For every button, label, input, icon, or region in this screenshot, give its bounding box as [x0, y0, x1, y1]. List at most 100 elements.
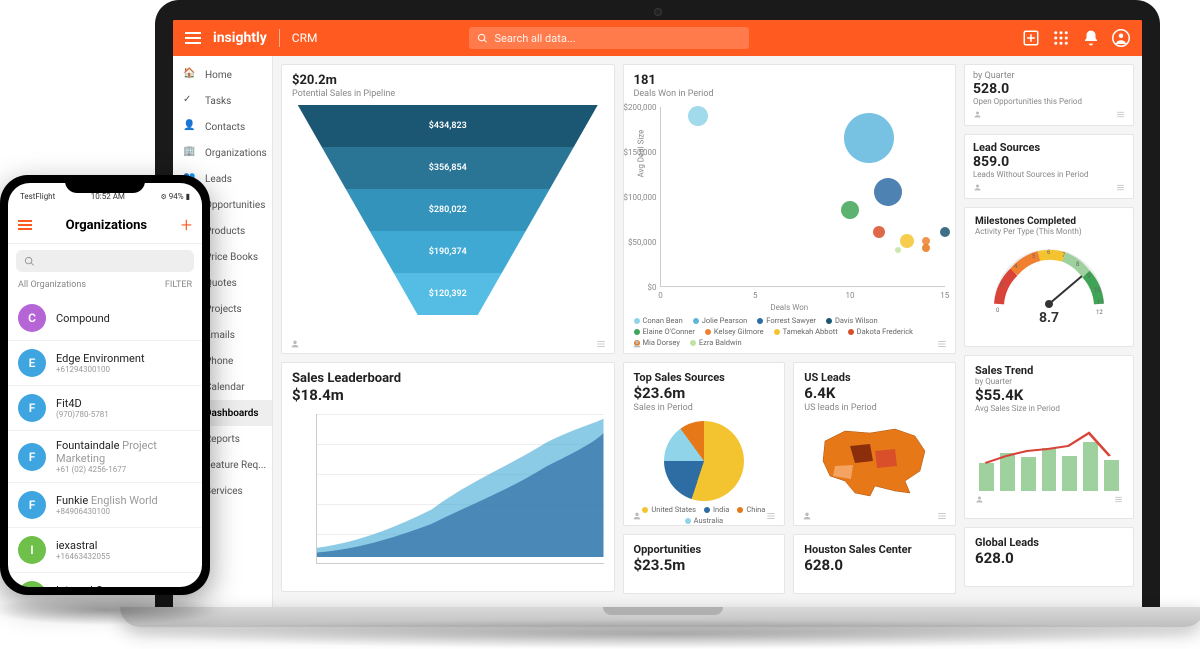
main-content: 🏠Home✓Tasks👤Contacts🏢Organizations👥Leads… — [173, 56, 1142, 610]
bell-icon[interactable] — [1082, 29, 1100, 47]
usleads-card: US Leads 6.4K US leads in Period — [793, 362, 956, 526]
gauge-chart: 0245 6789 101112 — [975, 244, 1123, 314]
laptop-camera — [654, 8, 662, 16]
laptop-shadow — [120, 619, 1200, 649]
app-name: CRM — [292, 31, 318, 45]
funnel-chart: $434,823 $356,854 $280,022 $190,374 $120… — [292, 105, 604, 315]
list-icon[interactable] — [937, 339, 947, 349]
phone-notch — [65, 175, 145, 193]
laptop-screen: insightly CRM 🏠Home ✓ Tasks 👤Contacts 🏢 Organ… — [173, 20, 1142, 610]
phone-header: Organizations + — [8, 209, 202, 244]
sidebar-label: Services — [205, 486, 243, 497]
org-name: Funkie English World — [56, 494, 158, 507]
brand-logo: insightly — [213, 30, 267, 46]
org-name: iexastral — [56, 539, 110, 552]
phone-shadow — [0, 595, 220, 625]
menu-icon[interactable] — [185, 32, 201, 44]
user-icon — [290, 339, 300, 349]
org-name: Fit4D — [56, 397, 109, 410]
opportunities-card: Opportunities $23.5m — [623, 534, 786, 594]
svg-text:12: 12 — [1096, 309, 1103, 314]
milestones-card: Milestones Completed Activity Per Type (… — [964, 207, 1134, 347]
topsources-card: Top Sales Sources $23.6m Sales in Period… — [623, 362, 786, 526]
bubble-point — [688, 106, 708, 126]
user-icon — [632, 339, 642, 349]
sidebar-icon: ✓ — [183, 94, 197, 108]
laptop-bezel: insightly CRM 🏠Home ✓ Tasks 👤Contacts 🏢 Organ… — [155, 0, 1160, 610]
org-name: Integral Care — [56, 584, 118, 587]
funnel-stage: $356,854 — [298, 147, 598, 189]
org-item[interactable]: FFunkie English World+84906430100 — [8, 483, 202, 528]
search-icon — [24, 256, 35, 267]
leaderboard-card: Sales Leaderboard $18.4m 35k 30k 25k 20k — [281, 362, 615, 592]
sidebar-item-tasks[interactable]: ✓ Tasks — [173, 88, 272, 114]
org-item[interactable]: FFit4D(970)780-5781 — [8, 386, 202, 431]
user-icon[interactable] — [1112, 29, 1130, 47]
search-icon — [477, 33, 488, 44]
bubble-subtitle: Deals Won in Period — [634, 89, 946, 99]
sidebar-label: Opportunities — [205, 200, 265, 211]
phone-title: Organizations — [66, 218, 147, 233]
filter-button[interactable]: FILTER — [165, 280, 192, 290]
search-box[interactable] — [469, 27, 749, 49]
avatar: F — [18, 491, 46, 519]
org-item[interactable]: IIntegral Care513-80A-4220 — [8, 573, 202, 587]
avatar: F — [18, 443, 46, 471]
bubble-point — [900, 234, 914, 248]
sidebar-label: Reports — [205, 434, 240, 445]
pie-chart — [664, 421, 744, 501]
topbar: insightly CRM — [173, 20, 1142, 56]
org-phone: +61 (02) 4256-1677 — [56, 465, 192, 474]
list-icon[interactable] — [596, 339, 606, 349]
phone-search[interactable] — [16, 250, 194, 272]
bubble-chart: Avg Deal Size $200,000$150,000$100,000$5… — [660, 107, 946, 287]
search-input[interactable] — [494, 32, 741, 45]
sidebar-item-home[interactable]: 🏠Home — [173, 62, 272, 88]
phone-frame: TestFlight 10:52 AM ⚙ 94% ▮ Organization… — [0, 175, 210, 595]
svg-text:11: 11 — [1097, 299, 1104, 306]
funnel-stage: $280,022 — [298, 189, 598, 231]
bubble-point — [922, 244, 930, 252]
funnel-value: $20.2m — [292, 73, 604, 88]
svg-text:0: 0 — [996, 307, 1000, 314]
funnel-stage: $434,823 — [298, 105, 598, 147]
menu-icon[interactable] — [18, 220, 32, 230]
sidebar-label: Tasks — [205, 96, 231, 107]
divider — [279, 29, 280, 47]
laptop-frame: insightly CRM 🏠Home ✓ Tasks 👤Contacts 🏢 Organ… — [155, 0, 1160, 610]
org-item[interactable]: EEdge Environment+61294300100 — [8, 341, 202, 386]
funnel-stage: $120,392 — [298, 273, 598, 315]
org-item[interactable]: Iiexastral+16463432055 — [8, 528, 202, 573]
quarter-card: by Quarter 528.0 Open Opportunities this… — [964, 64, 1134, 126]
sidebar-label: Calendar — [205, 382, 245, 393]
sidebar-label: Price Books — [205, 252, 258, 263]
add-icon[interactable]: + — [181, 213, 192, 237]
org-item[interactable]: F Fountaindale Project Marketing+61 (02) … — [8, 431, 202, 483]
avatar: C — [18, 304, 46, 332]
filter-scope[interactable]: All Organizations — [18, 280, 86, 290]
sidebar-label: Leads — [205, 174, 232, 185]
salestrend-card: Sales Trend by Quarter $55.4K Avg Sales … — [964, 355, 1134, 519]
sidebar-item-contacts[interactable]: 👤Contacts — [173, 114, 272, 140]
add-icon[interactable] — [1022, 29, 1040, 47]
sidebar-label: Dashboards — [205, 408, 259, 419]
avatar: I — [18, 581, 46, 587]
org-item[interactable]: CCompound — [8, 296, 202, 341]
funnel-card: $20.2m Potential Sales in Pipeline $434,… — [281, 64, 615, 354]
bubble-point — [873, 226, 885, 238]
phone-screen: TestFlight 10:52 AM ⚙ 94% ▮ Organization… — [8, 183, 202, 587]
sidebar-item-organizations[interactable]: 🏢 Organizations — [173, 140, 272, 166]
sidebar-label: Products — [205, 226, 245, 237]
phone-filterbar: All Organizations FILTER — [8, 278, 202, 296]
leadsources-card: Lead Sources 859.0 Leads Without Sources… — [964, 134, 1134, 199]
sidebar-label: Organizations — [205, 148, 267, 159]
sidebar-label: Home — [205, 70, 232, 81]
us-map-chart — [804, 421, 945, 501]
leaderboard-value: $18.4m — [292, 386, 604, 404]
bubble-point — [844, 113, 894, 163]
org-list[interactable]: CCompoundEEdge Environment+61294300100FF… — [8, 296, 202, 587]
sidebar-icon: 🏢 — [183, 146, 197, 160]
org-name: Fountaindale Project Marketing — [56, 439, 192, 465]
leaderboard-chart: 35k 30k 25k 20k 15k 10k — [316, 414, 604, 564]
apps-icon[interactable] — [1052, 29, 1070, 47]
